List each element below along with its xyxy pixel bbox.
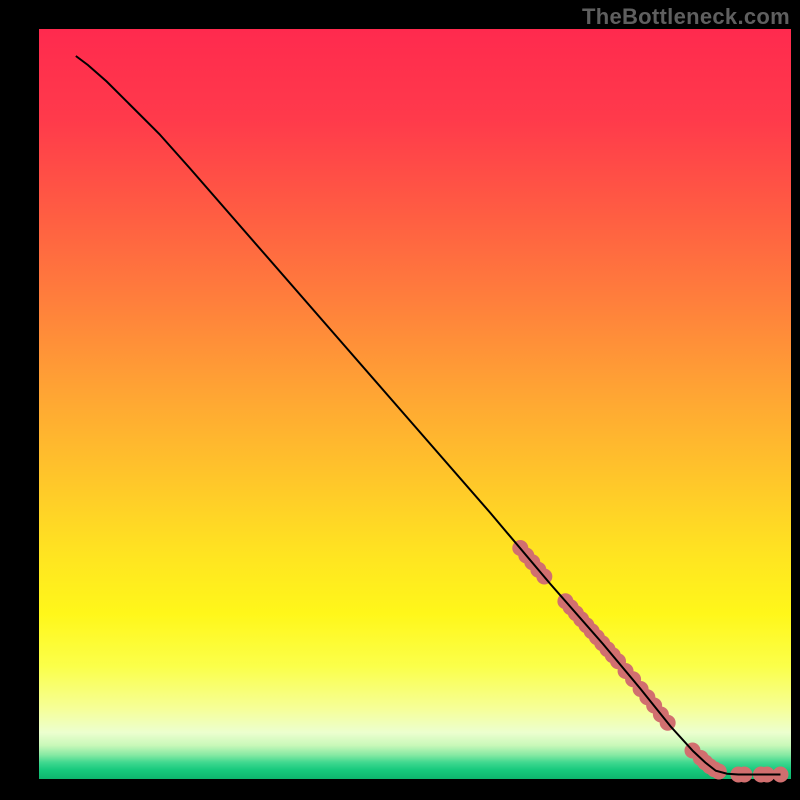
chart-canvas — [0, 0, 800, 800]
watermark-text: TheBottleneck.com — [582, 4, 790, 30]
plot-background — [39, 29, 791, 779]
chart-frame: TheBottleneck.com — [0, 0, 800, 800]
